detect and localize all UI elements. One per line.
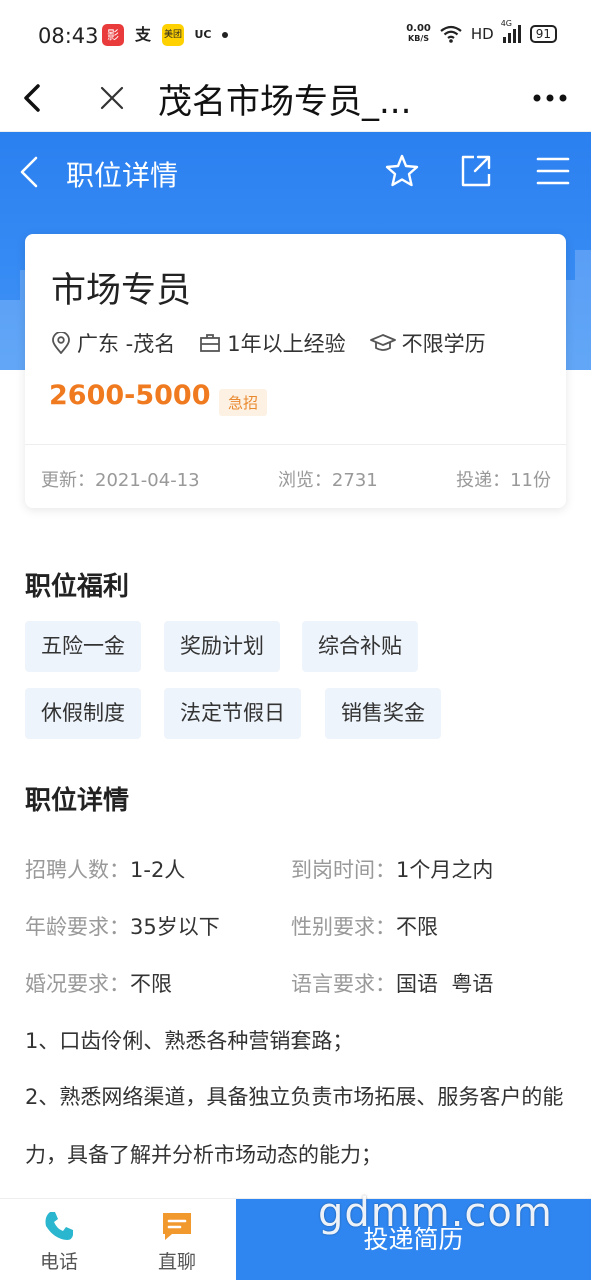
job-education: 不限学历	[369, 328, 486, 358]
app-header: 职位详情	[0, 132, 591, 212]
phone-button[interactable]: 电话	[0, 1199, 118, 1280]
share-icon[interactable]	[458, 152, 494, 190]
watermark-text: gdmm.com	[318, 1190, 553, 1236]
card-divider	[25, 444, 566, 445]
job-meta: 广东 -茂名 1年以上经验 不限学历	[51, 328, 510, 358]
location-pin-icon	[52, 332, 70, 354]
back-icon[interactable]	[14, 152, 44, 192]
status-bar: 08:43 影 支 美团 UC 0.00 KB/S HD 4G 91	[0, 0, 591, 66]
job-title: 市场专员	[51, 271, 192, 311]
browser-page-title: 茂名市场专员_...	[158, 82, 412, 122]
job-summary-card: 市场专员 广东 -茂名 1年以上经验 不限学历 2600-5000 急招 更新：…	[25, 234, 566, 508]
benefit-tag: 综合补贴	[302, 621, 418, 672]
app-icon-red: 影	[102, 24, 124, 46]
urgent-badge: 急招	[219, 389, 268, 416]
details-section-title: 职位详情	[25, 786, 130, 816]
benefit-tag: 销售奖金	[325, 688, 441, 739]
application-count: 投递：11份	[456, 470, 551, 491]
battery-indicator: 91	[529, 25, 557, 43]
menu-icon[interactable]	[534, 152, 572, 190]
alipay-text-icon: 支	[134, 25, 151, 44]
job-experience: 1年以上经验	[199, 328, 346, 358]
chat-button[interactable]: 直聊	[118, 1199, 236, 1280]
page-title: 职位详情	[66, 159, 179, 192]
status-app-icons: 影 支 美团 UC	[102, 24, 228, 46]
job-description-line: 1、口齿伶俐、熟悉各种营销套路；	[25, 1029, 354, 1053]
briefcase-icon	[200, 334, 221, 352]
job-location: 广东 -茂名	[51, 328, 175, 358]
job-stats: 更新：2021-04-13 浏览：2731 投递：11份	[41, 466, 551, 492]
updated-date: 更新：2021-04-13	[41, 470, 200, 491]
salary-range: 2600-5000	[49, 380, 211, 411]
browser-toolbar: 茂名市场专员_...	[0, 66, 591, 132]
graduation-cap-icon	[369, 334, 396, 351]
detail-language: 语言要求：国语 粤语	[291, 972, 494, 996]
network-speed: 0.00 KB/S	[406, 23, 431, 44]
detail-age: 年龄要求：35岁以下	[25, 915, 220, 939]
browser-back-icon[interactable]	[16, 78, 52, 118]
hd-indicator: HD	[470, 25, 494, 43]
benefit-tag: 休假制度	[25, 688, 141, 739]
job-description-line: 2、熟悉网络渠道，具备独立负责市场拓展、服务客户的能力，具备了解并分析市场动态的…	[25, 1085, 564, 1167]
browser-close-icon[interactable]	[94, 78, 130, 118]
signal-icon: 4G	[501, 19, 521, 43]
wifi-icon	[440, 25, 462, 43]
benefit-tag: 法定节假日	[164, 688, 301, 739]
status-time: 08:43	[38, 24, 99, 48]
detail-gender: 性别要求：不限	[291, 915, 438, 939]
notification-dot	[222, 32, 228, 38]
uc-browser-icon: UC	[194, 28, 212, 41]
benefit-tag: 五险一金	[25, 621, 141, 672]
benefit-tag: 奖励计划	[164, 621, 280, 672]
detail-marital: 婚况要求：不限	[25, 972, 172, 996]
chat-icon	[163, 1213, 191, 1240]
phone-icon	[45, 1212, 73, 1240]
view-count: 浏览：2731	[277, 470, 378, 491]
favorite-star-icon[interactable]	[384, 152, 420, 190]
meituan-icon: 美团	[162, 24, 184, 46]
detail-start-time: 到岗时间：1个月之内	[291, 858, 494, 882]
more-options-icon[interactable]	[529, 78, 571, 118]
detail-headcount: 招聘人数：1-2人	[25, 858, 186, 882]
status-indicators: 0.00 KB/S HD 4G 91	[406, 19, 557, 44]
benefits-section-title: 职位福利	[25, 572, 130, 602]
